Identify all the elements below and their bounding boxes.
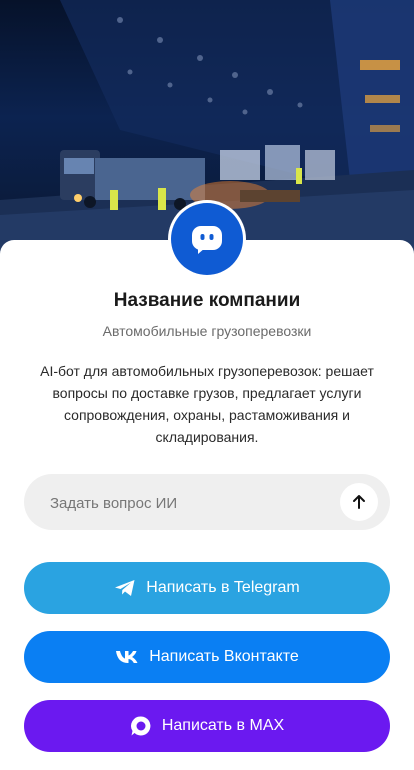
ask-ai-input[interactable] [48, 474, 332, 532]
avatar [168, 200, 246, 278]
company-subtitle: Автомобильные грузоперевозки [102, 323, 312, 339]
ask-ai-box [24, 474, 390, 532]
company-name: Название компании [113, 290, 301, 311]
max-button-label: Написать в MAX [161, 717, 285, 734]
telegram-icon [114, 579, 136, 597]
max-button[interactable]: Написать в MAX [24, 700, 390, 752]
vk-icon [115, 650, 139, 664]
max-icon [130, 715, 152, 737]
telegram-button-label: Написать в Telegram [146, 579, 300, 596]
vk-button-label: Написать Вконтакте [149, 648, 299, 665]
bot-chat-icon [171, 203, 243, 275]
company-description: AI-бот для автомобильных грузоперевозок:… [40, 363, 374, 445]
telegram-button[interactable]: Написать в Telegram [24, 562, 390, 614]
arrow-up-icon [353, 495, 365, 509]
send-button[interactable] [340, 483, 378, 521]
vk-button[interactable]: Написать Вконтакте [24, 631, 390, 683]
